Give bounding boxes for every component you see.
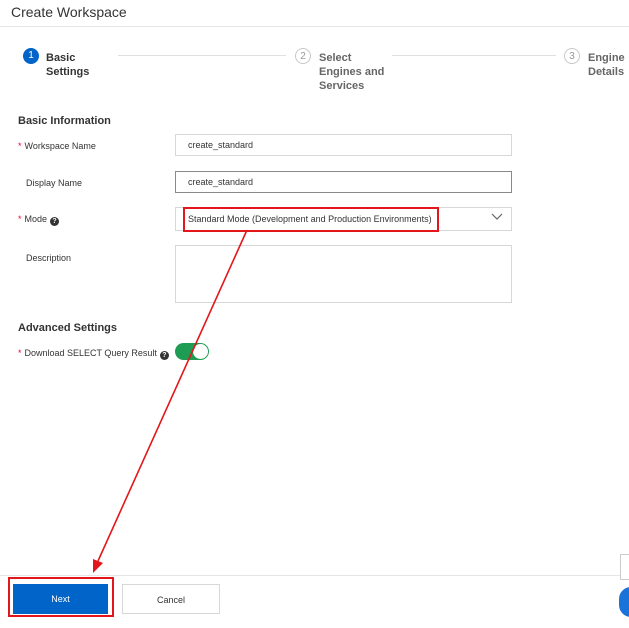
annotation-arrow bbox=[93, 229, 248, 573]
arrow-head-icon bbox=[93, 559, 103, 573]
